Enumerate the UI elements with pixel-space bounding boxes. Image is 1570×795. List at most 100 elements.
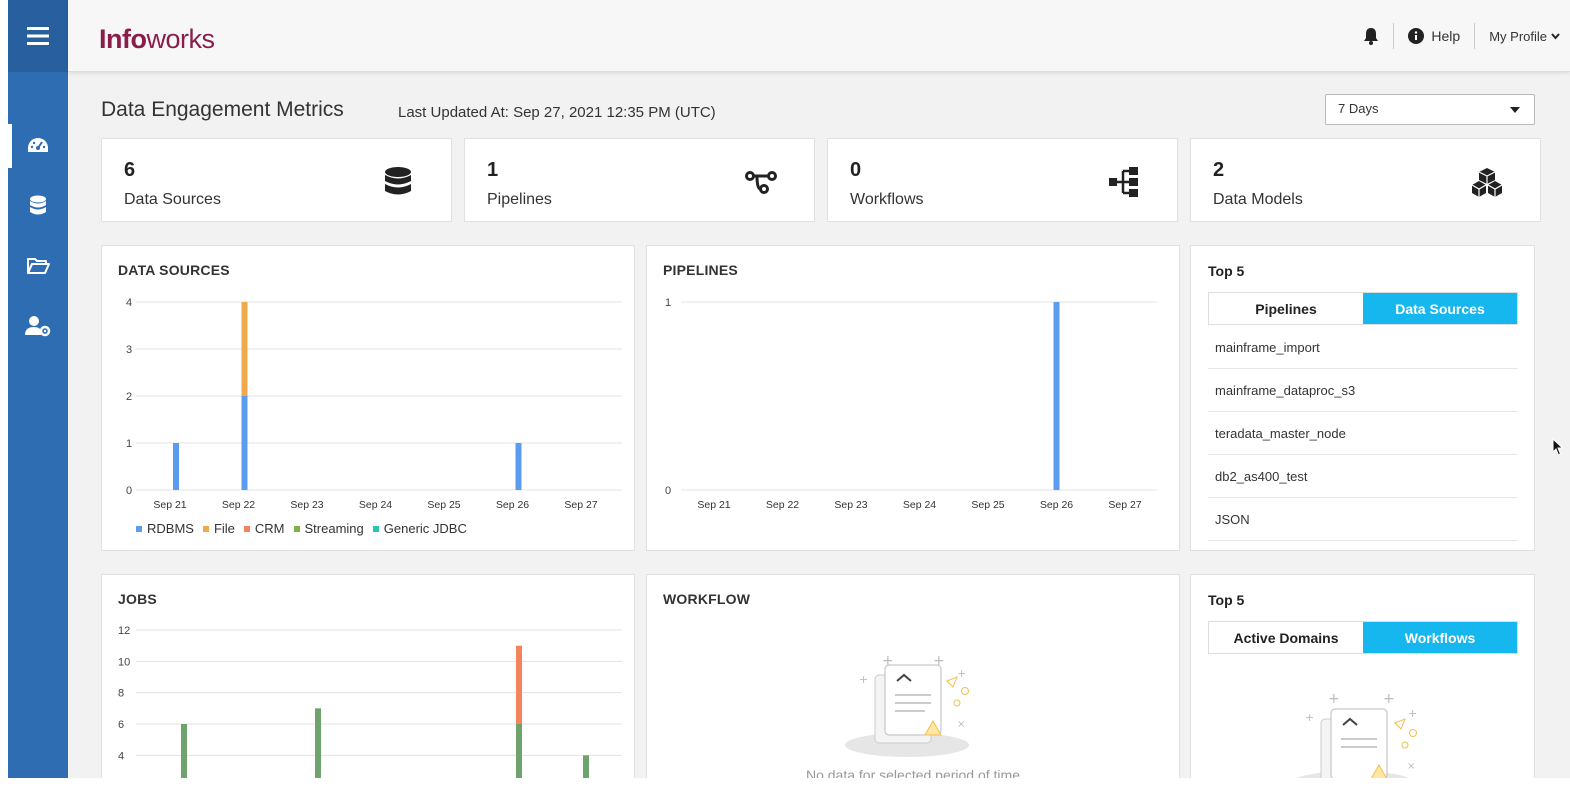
tab-active-domains[interactable]: Active Domains bbox=[1209, 622, 1363, 653]
empty-state-illustration: + + + + × bbox=[1296, 691, 1417, 778]
legend-item[interactable]: File bbox=[202, 521, 235, 536]
menu-button[interactable] bbox=[8, 0, 68, 72]
x-tick-label: Sep 21 bbox=[697, 499, 730, 511]
no-data-message: No data for selected period of time bbox=[805, 767, 1020, 778]
top5-title: Top 5 bbox=[1208, 263, 1245, 279]
legend-swatch bbox=[372, 525, 379, 532]
bell-icon bbox=[1364, 28, 1379, 45]
sidebar bbox=[8, 0, 68, 778]
bar-segment[interactable] bbox=[315, 708, 321, 778]
pipelines-chart-card: PIPELINES 0 1 Sep 21 Sep 22 Sep 23 Sep 24 Sep … bbox=[646, 245, 1180, 551]
svg-text:+: + bbox=[957, 667, 966, 680]
x-tick-label: Sep 27 bbox=[564, 499, 597, 511]
profile-label: My Profile bbox=[1489, 28, 1547, 44]
bar-segment[interactable] bbox=[516, 724, 522, 778]
x-tick-label: Sep 24 bbox=[903, 499, 936, 511]
legend-item[interactable]: RDBMS bbox=[136, 521, 194, 536]
period-selected-value: 7 Days bbox=[1338, 101, 1379, 116]
dashboard-icon bbox=[28, 138, 48, 152]
legend-label: Generic JDBC bbox=[383, 521, 467, 536]
stat-label: Data Sources bbox=[124, 191, 221, 208]
legend-label: RDBMS bbox=[147, 521, 194, 536]
sidebar-item-folders[interactable] bbox=[8, 236, 68, 296]
x-tick-label: Sep 24 bbox=[359, 499, 392, 511]
y-tick-label: 3 bbox=[126, 344, 132, 356]
legend-item[interactable]: Streaming bbox=[293, 521, 364, 536]
mouse-cursor-icon bbox=[1552, 438, 1564, 456]
bar-segment[interactable] bbox=[516, 645, 522, 724]
y-tick-label: 4 bbox=[118, 750, 124, 762]
page-title: Data Engagement Metrics bbox=[101, 98, 344, 121]
stat-card-workflows[interactable]: 0 Workflows bbox=[827, 138, 1178, 222]
legend-item[interactable]: Generic JDBC bbox=[372, 521, 467, 536]
jobs-chart-card: JOBS 4 6 8 10 12 bbox=[101, 574, 635, 778]
y-tick-label: 0 bbox=[126, 485, 132, 497]
list-item[interactable]: teradata_master_node bbox=[1208, 412, 1518, 455]
top5-list: mainframe_import mainframe_dataproc_s3 t… bbox=[1208, 326, 1518, 541]
legend-swatch bbox=[136, 525, 142, 532]
x-tick-label: Sep 21 bbox=[153, 499, 186, 511]
legend-swatch bbox=[202, 525, 209, 532]
stat-value: 6 bbox=[124, 159, 136, 181]
x-tick-label: Sep 22 bbox=[222, 499, 255, 511]
workflow-card: WORKFLOW + + + + × No data for selected … bbox=[646, 574, 1180, 778]
bar-segment[interactable] bbox=[241, 396, 248, 490]
legend-item[interactable]: CRM bbox=[243, 521, 285, 536]
tab-workflows[interactable]: Workflows bbox=[1363, 622, 1517, 653]
sidebar-item-admin[interactable] bbox=[8, 296, 68, 356]
bar-segment[interactable] bbox=[515, 443, 522, 490]
y-tick-label: 2 bbox=[126, 391, 132, 403]
stat-label: Data Models bbox=[1213, 191, 1303, 208]
y-tick-label: 0 bbox=[665, 485, 671, 497]
stat-card-data-models[interactable]: 2 Data Models bbox=[1190, 138, 1541, 222]
divider bbox=[1393, 23, 1395, 49]
list-item[interactable]: mainframe_dataproc_s3 bbox=[1208, 369, 1518, 412]
period-dropdown[interactable]: 7 Days bbox=[1325, 94, 1535, 125]
sidebar-item-data-sources[interactable] bbox=[8, 176, 68, 236]
x-tick-label: Sep 23 bbox=[290, 499, 323, 511]
last-updated-text: Last Updated At: Sep 27, 2021 12:35 PM (… bbox=[398, 104, 716, 121]
list-item[interactable]: mainframe_import bbox=[1208, 326, 1518, 369]
svg-text:+: + bbox=[933, 653, 945, 669]
bar-segment[interactable] bbox=[1053, 302, 1060, 490]
empty-state-illustration: + + + + × bbox=[845, 653, 969, 757]
chart-legend: RDBMS File CRM Streaming Generic JDBC bbox=[136, 521, 467, 536]
help-button[interactable]: Help bbox=[1408, 28, 1460, 44]
top5-tabs: Active Domains Workflows bbox=[1208, 621, 1518, 654]
list-item[interactable]: JSON bbox=[1208, 498, 1518, 541]
tab-pipelines[interactable]: Pipelines bbox=[1209, 293, 1363, 324]
stat-value: 2 bbox=[1213, 159, 1225, 181]
bar-segment[interactable] bbox=[241, 302, 248, 396]
profile-menu[interactable]: My Profile bbox=[1489, 29, 1560, 44]
stat-card-pipelines[interactable]: 1 Pipelines bbox=[464, 138, 815, 222]
bar-segment[interactable] bbox=[583, 755, 589, 778]
svg-text:+: + bbox=[1328, 691, 1340, 707]
workflow-icon bbox=[1109, 167, 1138, 197]
x-tick-label: Sep 26 bbox=[1040, 499, 1073, 511]
list-item[interactable]: db2_as400_test bbox=[1208, 455, 1518, 498]
sidebar-item-dashboard[interactable] bbox=[8, 116, 68, 176]
top5-title: Top 5 bbox=[1208, 592, 1245, 608]
help-label: Help bbox=[1431, 28, 1461, 44]
infoworks-logo[interactable]: Infoworks bbox=[99, 24, 215, 55]
top5-sources-card: Top 5 Pipelines Data Sources mainframe_i… bbox=[1190, 245, 1535, 551]
data-sources-chart-card: DATA SOURCES 0 1 2 3 4 Sep 21 Sep 22 Sep 23 Sep … bbox=[101, 245, 635, 551]
data-sources-chart: 0 1 2 3 4 Sep 21 Sep 22 Sep 23 Sep 24 Sep 25 Sep 2… bbox=[126, 297, 622, 511]
legend-label: File bbox=[213, 521, 235, 536]
hamburger-icon bbox=[27, 27, 49, 45]
app-frame: Infoworks Help My Profile Data Engagemen… bbox=[8, 0, 1570, 778]
y-tick-label: 1 bbox=[665, 297, 671, 309]
x-tick-label: Sep 25 bbox=[427, 499, 460, 511]
y-tick-label: 8 bbox=[118, 688, 124, 700]
card-title: WORKFLOW bbox=[663, 591, 751, 607]
x-tick-label: Sep 23 bbox=[834, 499, 867, 511]
x-tick-label: Sep 25 bbox=[971, 499, 1004, 511]
tab-data-sources[interactable]: Data Sources bbox=[1363, 293, 1517, 324]
stat-card-data-sources[interactable]: 6 Data Sources bbox=[101, 138, 452, 222]
database-icon bbox=[385, 167, 411, 195]
notifications-button[interactable] bbox=[1363, 27, 1379, 45]
bar-segment[interactable] bbox=[181, 724, 187, 778]
cubes-icon bbox=[1471, 168, 1503, 197]
database-icon bbox=[30, 195, 46, 215]
bar-segment[interactable] bbox=[173, 443, 179, 490]
